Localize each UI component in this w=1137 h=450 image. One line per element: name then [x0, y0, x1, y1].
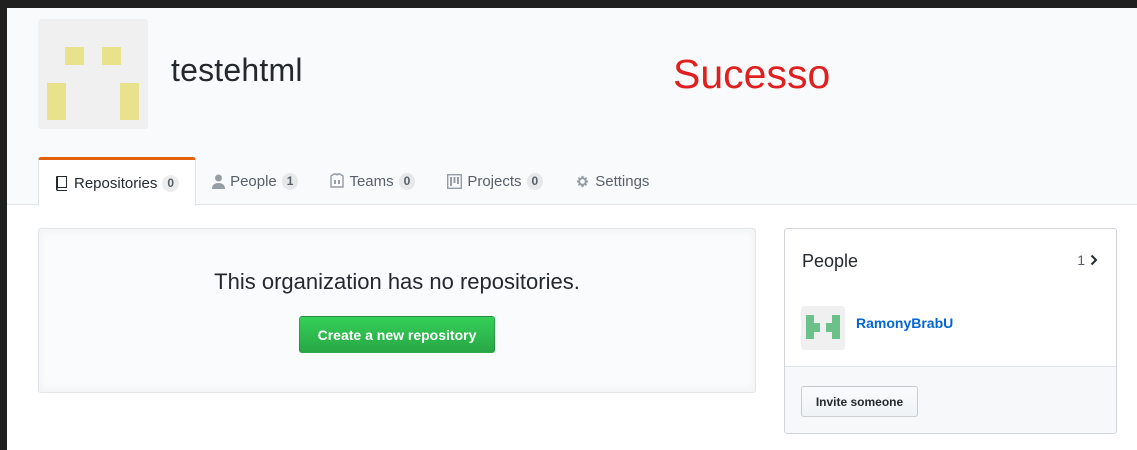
tab-counter: 0 — [526, 172, 544, 190]
org-tabs: Repositories 0 People 1 Teams 0 Projects… — [38, 157, 665, 206]
people-sidebar: People 1 RamonyBrabU Invite someone — [784, 228, 1117, 434]
tab-settings[interactable]: Settings — [559, 157, 665, 205]
tab-repositories[interactable]: Repositories 0 — [38, 157, 197, 206]
tab-label: Repositories — [74, 174, 158, 192]
org-header: testehtml Sucesso Repositories 0 People … — [7, 8, 1137, 206]
tab-label: Projects — [467, 172, 522, 190]
identicon-icon — [806, 315, 840, 339]
project-icon — [447, 173, 463, 189]
jersey-icon — [330, 173, 345, 189]
avatar[interactable] — [801, 306, 845, 350]
invite-someone-button[interactable]: Invite someone — [801, 386, 918, 417]
create-repository-button[interactable]: Create a new repository — [299, 316, 495, 353]
tab-label: People — [230, 172, 277, 190]
member-item[interactable]: RamonyBrabU — [801, 306, 953, 350]
people-footer: Invite someone — [785, 366, 1116, 433]
empty-state-title: This organization has no repositories. — [214, 269, 580, 294]
empty-repositories-panel: This organization has no repositories. C… — [38, 228, 756, 393]
tab-projects[interactable]: Projects 0 — [431, 157, 559, 205]
org-avatar[interactable] — [38, 19, 148, 129]
repo-icon — [55, 175, 69, 191]
status-text: Sucesso — [673, 51, 831, 97]
people-count-link[interactable]: 1 — [1077, 252, 1098, 268]
tab-counter: 0 — [398, 172, 416, 190]
member-name-link[interactable]: RamonyBrabU — [856, 315, 953, 331]
tab-people[interactable]: People 1 — [196, 157, 314, 205]
people-count: 1 — [1077, 252, 1085, 268]
tab-teams[interactable]: Teams 0 — [314, 157, 431, 205]
page-frame: testehtml Sucesso Repositories 0 People … — [7, 8, 1137, 450]
tab-label: Settings — [595, 172, 650, 190]
gear-icon — [575, 174, 590, 189]
people-title: People — [802, 251, 859, 271]
tab-label: Teams — [349, 172, 394, 190]
org-name: testehtml — [171, 52, 303, 88]
people-header[interactable]: People 1 — [785, 229, 1116, 293]
person-icon — [212, 174, 226, 189]
chevron-right-icon — [1090, 254, 1098, 266]
identicon-icon — [47, 47, 139, 120]
tab-counter: 1 — [281, 172, 299, 190]
tab-counter: 0 — [162, 174, 180, 192]
